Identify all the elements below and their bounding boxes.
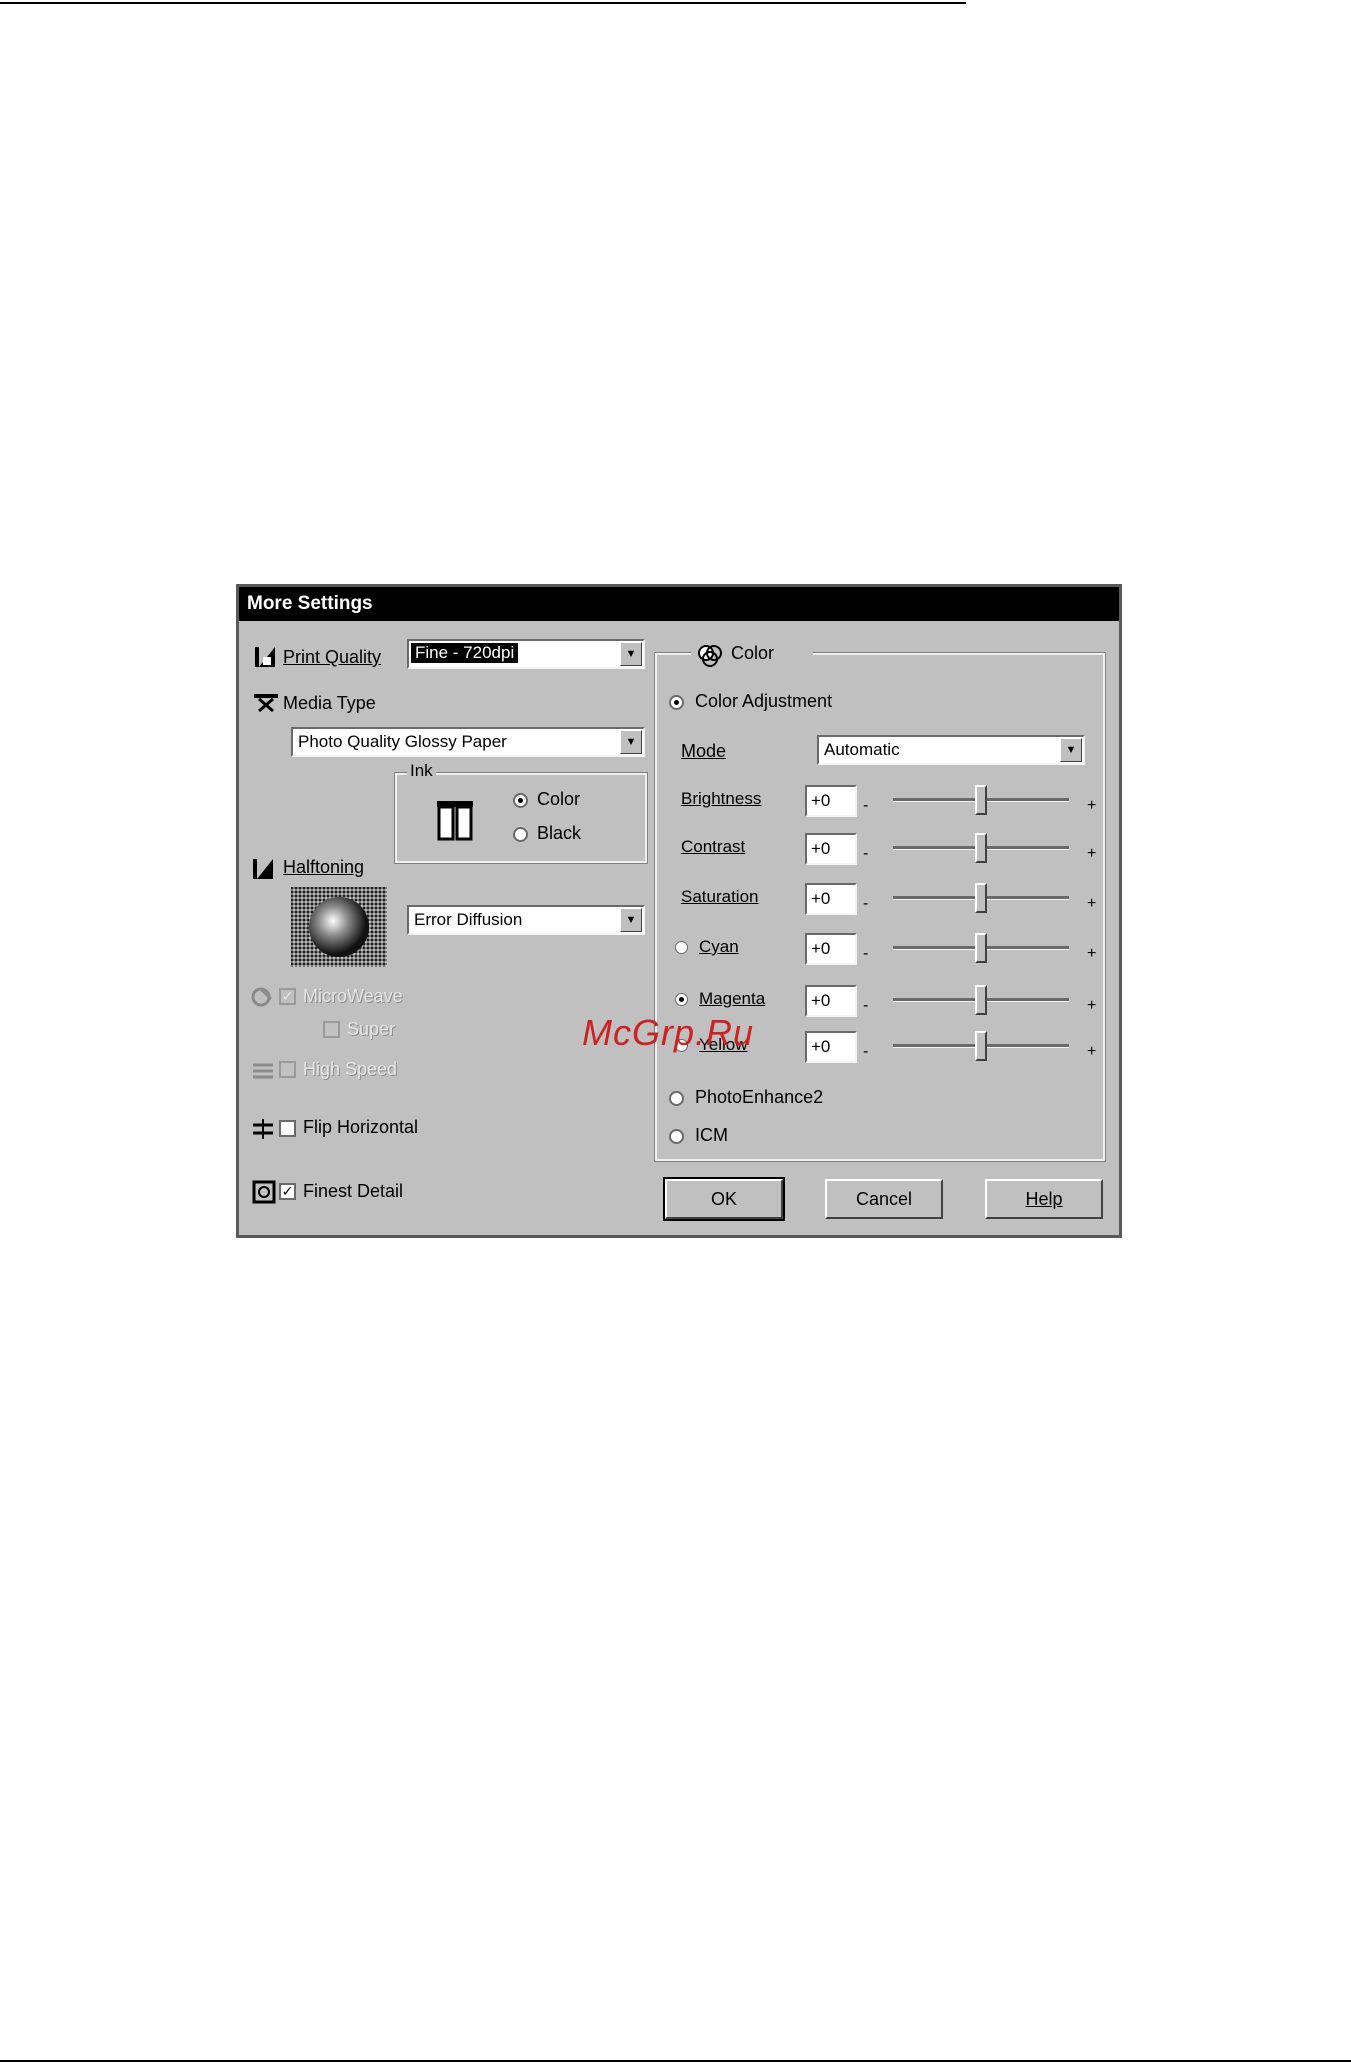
ink-color-radio[interactable] [513, 793, 528, 808]
slider-min-tick: - [863, 997, 869, 1014]
slider-min-tick: - [863, 895, 869, 912]
slider-max-tick: + [1087, 997, 1097, 1014]
icm-radio[interactable] [669, 1129, 684, 1144]
ink-cartridge-icon [437, 801, 473, 841]
slider-max-tick: + [1087, 945, 1097, 962]
ink-black-radio[interactable] [513, 827, 528, 842]
halftone-preview-image [291, 887, 387, 967]
print-quality-value: Fine - 720dpi [411, 643, 519, 663]
ink-black-label: Black [537, 823, 582, 843]
slider-thumb[interactable] [975, 933, 987, 963]
finest-detail-icon [252, 1180, 276, 1204]
slider-value-field[interactable]: +0 [805, 1031, 857, 1063]
watermark-text: McGrp.Ru [582, 1012, 755, 1053]
media-type-icon [254, 694, 278, 713]
color-group-title: Color [731, 643, 775, 663]
mode-value: Automatic [824, 740, 900, 759]
flip-horizontal-icon [253, 1119, 273, 1139]
top-rule [0, 2, 966, 4]
slider-thumb[interactable] [975, 1031, 987, 1061]
slider-value-field[interactable]: +0 [805, 833, 857, 865]
color-group-title-bar: Color [691, 639, 813, 669]
slider-min-tick: - [863, 797, 869, 814]
help-button[interactable]: Help [985, 1179, 1103, 1219]
chevron-down-icon[interactable]: ▼ [620, 730, 642, 754]
high-speed-checkbox[interactable] [279, 1061, 296, 1078]
slider-label: Saturation [681, 887, 759, 906]
high-speed-icon [253, 1063, 273, 1079]
color-adjustment-label: Color Adjustment [695, 691, 833, 711]
print-quality-icon [255, 647, 275, 667]
slider-value-field[interactable]: +0 [805, 985, 857, 1017]
media-type-dropdown[interactable]: Photo Quality Glossy Paper ▼ [291, 727, 645, 757]
high-speed-label: High Speed [303, 1059, 398, 1079]
slider-label: Contrast [681, 837, 746, 856]
more-settings-dialog: More Settings Print Quality Fine - 720dp… [236, 584, 1122, 1238]
finest-detail-label: Finest Detail [303, 1181, 404, 1201]
color-adjustment-radio[interactable] [669, 695, 684, 710]
halftoning-dropdown[interactable]: Error Diffusion ▼ [407, 905, 645, 935]
photoenhance-label: PhotoEnhance2 [695, 1087, 824, 1107]
slider-thumb[interactable] [975, 785, 987, 815]
ok-button[interactable]: OK [663, 1177, 785, 1221]
slider-label: Magenta [699, 989, 766, 1008]
flip-horizontal-checkbox[interactable] [279, 1120, 296, 1137]
mode-label: Mode [681, 741, 727, 761]
microweave-label: MicroWeave [303, 986, 403, 1006]
print-quality-dropdown[interactable]: Fine - 720dpi ▼ [407, 639, 645, 669]
ink-group-title: Ink [407, 761, 436, 781]
slider-label: Brightness [681, 789, 762, 808]
slider-value-field[interactable]: +0 [805, 883, 857, 915]
halftoning-label: Halftoning [283, 857, 365, 877]
color-icon [698, 645, 722, 667]
chevron-down-icon[interactable]: ▼ [620, 908, 642, 932]
photoenhance-radio[interactable] [669, 1091, 684, 1106]
dialog-title: More Settings [239, 587, 1119, 621]
halftoning-icon [253, 859, 273, 879]
slider-thumb[interactable] [975, 833, 987, 863]
slider-max-tick: + [1087, 895, 1097, 912]
chevron-down-icon[interactable]: ▼ [1060, 738, 1082, 762]
super-checkbox[interactable] [323, 1021, 340, 1038]
slider-max-tick: + [1087, 1043, 1097, 1060]
color-group [654, 652, 1106, 1162]
slider-value-field[interactable]: +0 [805, 785, 857, 817]
mode-dropdown[interactable]: Automatic ▼ [817, 735, 1085, 765]
flip-horizontal-label: Flip Horizontal [303, 1117, 419, 1137]
media-type-value: Photo Quality Glossy Paper [298, 732, 507, 751]
slider-thumb[interactable] [975, 985, 987, 1015]
chevron-down-icon[interactable]: ▼ [620, 642, 642, 666]
icm-label: ICM [695, 1125, 728, 1145]
channel-indicator-icon [675, 941, 688, 954]
super-label: Super [347, 1019, 396, 1039]
finest-detail-checkbox[interactable]: ✓ [279, 1183, 296, 1200]
slider-min-tick: - [863, 1043, 869, 1060]
ink-group [394, 772, 648, 864]
slider-min-tick: - [863, 945, 869, 962]
slider-max-tick: + [1087, 845, 1097, 862]
media-type-label: Media Type [283, 693, 376, 713]
cancel-button[interactable]: Cancel [825, 1179, 943, 1219]
slider-min-tick: - [863, 845, 869, 862]
channel-indicator-icon [675, 993, 688, 1006]
halftoning-value: Error Diffusion [414, 910, 523, 929]
slider-max-tick: + [1087, 797, 1097, 814]
slider-label: Cyan [699, 937, 739, 956]
ink-color-label: Color [537, 789, 581, 809]
slider-value-field[interactable]: +0 [805, 933, 857, 965]
microweave-checkbox[interactable]: ✓ [279, 988, 296, 1005]
bottom-rule [0, 2060, 1351, 2062]
print-quality-label: Print Quality [283, 647, 382, 667]
slider-thumb[interactable] [975, 883, 987, 913]
microweave-icon [251, 987, 273, 1007]
